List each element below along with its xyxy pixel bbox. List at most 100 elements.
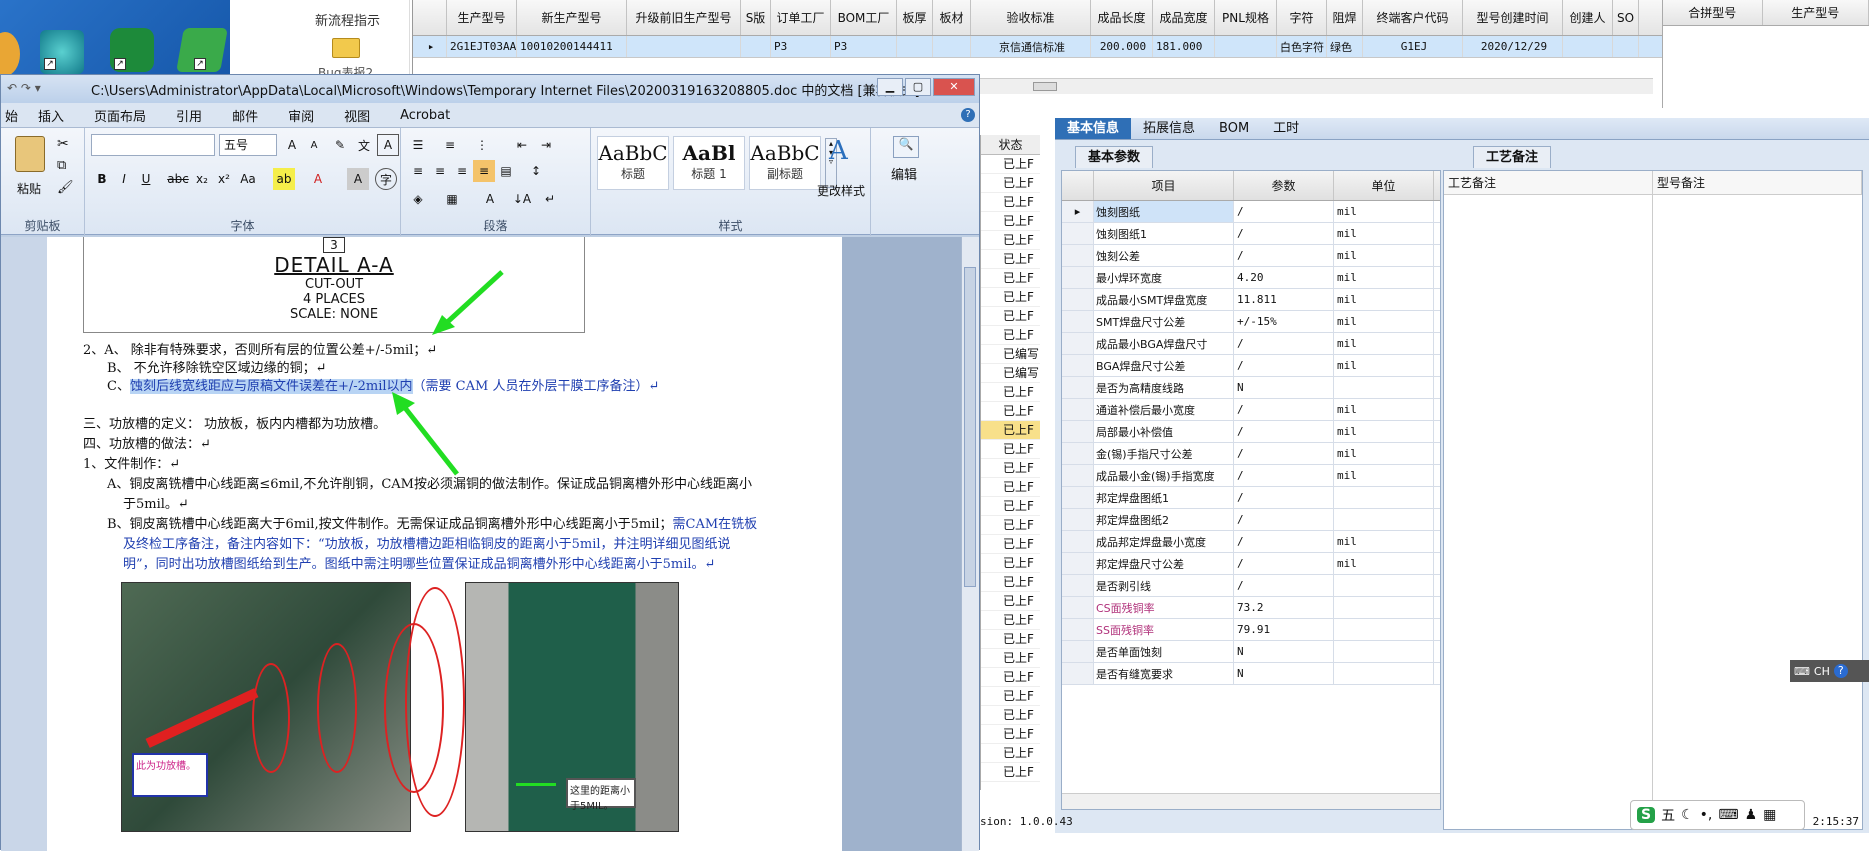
doc-line[interactable]: 2、A、 除非有特殊要求，否则所有层的位置公差+/-5mil；↵ <box>83 339 437 358</box>
param-unit-cell[interactable]: mil <box>1334 201 1434 222</box>
status-cell[interactable]: 已上F <box>981 231 1040 250</box>
param-item-cell[interactable]: SMT焊盘尺寸公差 <box>1094 311 1234 332</box>
tab-references[interactable]: 引用 <box>162 106 216 125</box>
param-value-cell[interactable]: +/-15% <box>1234 311 1334 332</box>
param-item-cell[interactable]: 蚀刻图纸1 <box>1094 223 1234 244</box>
grid-col-header[interactable]: 创建人 <box>1563 0 1613 35</box>
param-unit-cell[interactable] <box>1334 663 1434 684</box>
param-value-cell[interactable]: / <box>1234 355 1334 376</box>
grid-col-header[interactable]: 板材 <box>933 0 971 35</box>
grid-cell[interactable]: 京信通信标准 <box>971 36 1091 57</box>
status-cell[interactable]: 已编写 <box>981 345 1040 364</box>
params-col-header[interactable]: 项目 <box>1094 171 1234 200</box>
grow-font-icon[interactable]: A <box>281 134 303 156</box>
grid-col-header[interactable]: 字符 <box>1277 0 1327 35</box>
table-row[interactable]: 是否有缝宽要求 N <box>1062 663 1440 685</box>
maximize-button[interactable]: ▢ <box>905 78 931 96</box>
grid-cell[interactable]: 181.000 <box>1153 36 1215 57</box>
param-unit-cell[interactable] <box>1334 619 1434 640</box>
punctuation-icon[interactable]: •, <box>1700 807 1713 823</box>
param-item-cell[interactable]: 蚀刻图纸 <box>1094 201 1234 222</box>
param-unit-cell[interactable]: mil <box>1334 421 1434 442</box>
status-cell[interactable]: 已上F <box>981 459 1040 478</box>
tab-bom[interactable]: BOM <box>1207 118 1261 139</box>
pcb-photo[interactable]: 此为功放槽。 <box>121 582 444 832</box>
status-cell[interactable]: 已上F <box>981 668 1040 687</box>
param-item-cell[interactable]: 邦定焊盘图纸2 <box>1094 509 1234 530</box>
status-cell[interactable]: 已上F <box>981 383 1040 402</box>
shrink-font-icon[interactable]: A <box>303 134 325 156</box>
doc-line[interactable]: B、铜皮离铣槽中心线距离大于6mil,按文件制作。无需保证成品铜离槽外形中心线距… <box>107 513 757 532</box>
distribute-icon[interactable]: ▤ <box>495 160 517 182</box>
tab-acrobat[interactable]: Acrobat <box>386 108 464 123</box>
grid-col-header[interactable]: SO <box>1613 0 1639 35</box>
grid-col-header[interactable]: 终端客户代码 <box>1363 0 1463 35</box>
params-col-header[interactable]: 参数 <box>1234 171 1334 200</box>
param-unit-cell[interactable] <box>1334 641 1434 662</box>
highlight-icon[interactable]: ab <box>273 168 295 190</box>
param-unit-cell[interactable]: mil <box>1334 531 1434 552</box>
grid-col-header[interactable]: 升级前旧生产型号 <box>627 0 741 35</box>
quick-access-icons[interactable]: ↶ ↷ ▾ <box>7 81 41 95</box>
italic-button[interactable]: I <box>113 168 135 190</box>
table-row[interactable]: 邦定焊盘图纸2/ <box>1062 509 1440 531</box>
param-unit-cell[interactable]: mil <box>1334 399 1434 420</box>
scroll-thumb[interactable] <box>1033 82 1057 91</box>
scroll-thumb[interactable] <box>964 267 976 587</box>
model-notes-textarea[interactable] <box>1653 195 1862 829</box>
doc-line[interactable]: A、铜皮离铣槽中心线距离≤6mil,不允许削铜，CAM按必须漏铜的做法制作。保证… <box>107 473 752 492</box>
param-unit-cell[interactable]: mil <box>1334 267 1434 288</box>
param-unit-cell[interactable]: mil <box>1334 443 1434 464</box>
grid-col-header[interactable]: 验收标准 <box>971 0 1091 35</box>
param-value-cell[interactable]: / <box>1234 223 1334 244</box>
multilevel-list-icon[interactable]: ⋮ <box>471 134 493 156</box>
grid-cell[interactable]: 白色字符 <box>1277 36 1327 57</box>
editing-button[interactable]: 编辑 <box>891 164 917 183</box>
clear-format-icon[interactable]: ✎ <box>329 134 351 156</box>
doc-line[interactable]: 于5mil。↵ <box>123 493 189 512</box>
status-cell[interactable]: 已编写 <box>981 364 1040 383</box>
grid-col-header[interactable]: 成品长度 <box>1091 0 1153 35</box>
param-item-cell[interactable]: 局部最小补偿值 <box>1094 421 1234 442</box>
help-icon[interactable]: ? <box>961 108 975 122</box>
table-row[interactable]: 蚀刻图纸1/mil <box>1062 223 1440 245</box>
show-marks-icon[interactable]: ↵ <box>539 188 561 210</box>
status-cell[interactable]: 已上F <box>981 611 1040 630</box>
tab-extended-info[interactable]: 拓展信息 <box>1131 118 1207 139</box>
grid-col-header[interactable]: 型号创建时间 <box>1463 0 1563 35</box>
help-icon[interactable]: ? <box>1833 664 1848 678</box>
bullets-icon[interactable]: ☰ <box>407 134 429 156</box>
bold-button[interactable]: B <box>91 168 113 190</box>
paste-icon[interactable] <box>15 136 45 172</box>
desktop-app-icon[interactable] <box>0 32 20 76</box>
grid-cell[interactable] <box>897 36 933 57</box>
style-title[interactable]: AaBbC 标题 <box>597 136 669 190</box>
param-value-cell[interactable]: N <box>1234 663 1334 684</box>
param-unit-cell[interactable] <box>1334 487 1434 508</box>
user-icon[interactable]: ♟ <box>1745 807 1758 823</box>
param-unit-cell[interactable] <box>1334 509 1434 530</box>
moon-icon[interactable]: ☾ <box>1681 807 1694 823</box>
status-cell[interactable]: 已上F <box>981 592 1040 611</box>
row-header[interactable] <box>1062 531 1094 552</box>
grid-cell[interactable]: 200.000 <box>1091 36 1153 57</box>
table-row[interactable]: ▸ 2G1EJT03AA0 10010200144411 P3 P3 京信通信标… <box>413 36 1662 58</box>
change-styles-button[interactable]: 更改样式 <box>811 182 871 199</box>
status-cell[interactable]: 已上F <box>981 535 1040 554</box>
param-unit-cell[interactable]: mil <box>1334 553 1434 574</box>
row-header[interactable]: ▸ <box>1062 201 1094 222</box>
borders-icon[interactable]: ▦ <box>441 188 463 210</box>
doc-line[interactable]: C、蚀刻后线宽线距应与原稿文件误差在+/-2mil以内（需要 CAM 人员在外层… <box>107 375 659 394</box>
param-item-cell[interactable]: 是否单面蚀刻 <box>1094 641 1234 662</box>
table-row[interactable]: 成品邦定焊盘最小宽度 / mil <box>1062 531 1440 553</box>
chinese-layout-icon[interactable]: A <box>479 188 501 210</box>
param-unit-cell[interactable]: mil <box>1334 333 1434 354</box>
param-value-cell[interactable]: 4.20 <box>1234 267 1334 288</box>
grid-col-header[interactable]: 生产型号 <box>1763 0 1869 25</box>
status-cell[interactable]: 已上F <box>981 269 1040 288</box>
param-item-cell[interactable]: 最小焊环宽度 <box>1094 267 1234 288</box>
param-item-cell[interactable]: 是否有缝宽要求 <box>1094 663 1234 684</box>
doc-line[interactable]: 及终检工序备注，备注内容如下：“功放板，功放槽槽边距相临铜皮的距离小于5mil，… <box>123 533 731 552</box>
table-row[interactable]: 成品最小金(锡)手指宽度 / mil <box>1062 465 1440 487</box>
row-header[interactable] <box>1062 377 1094 398</box>
